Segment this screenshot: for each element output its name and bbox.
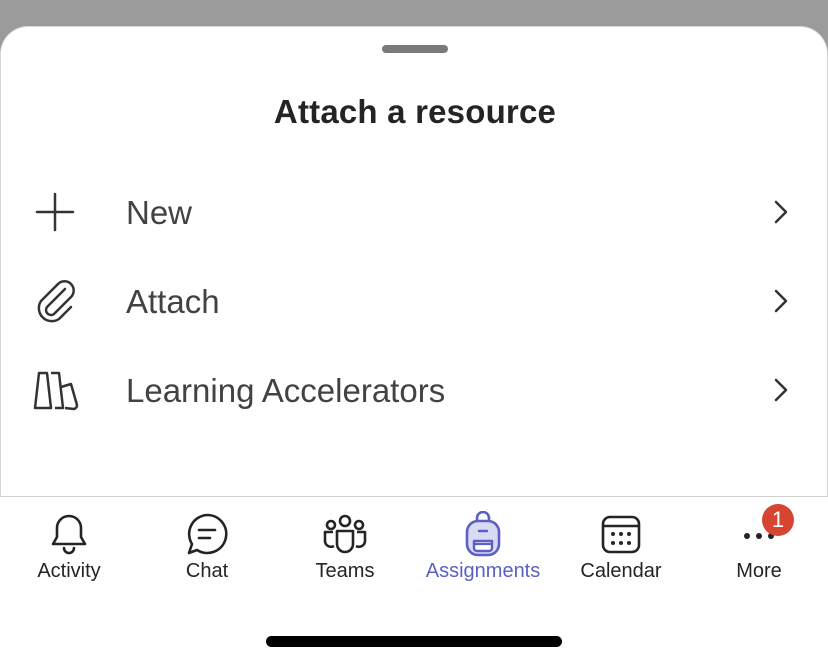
option-learning-accelerators-label: Learning Accelerators (126, 372, 446, 409)
option-attach[interactable]: Attach (1, 258, 828, 344)
option-new[interactable]: New (1, 169, 828, 255)
teams-icon (323, 514, 367, 554)
chevron-right-icon (774, 378, 788, 402)
tab-more[interactable]: More (690, 511, 828, 591)
attach-resource-sheet: Attach a resource New Attach Learning Ac… (0, 26, 828, 496)
chevron-right-icon (774, 200, 788, 224)
plus-icon (35, 192, 75, 232)
tab-calendar-label: Calendar (580, 560, 662, 582)
option-attach-label: Attach (126, 283, 220, 320)
tab-teams[interactable]: Teams (276, 511, 414, 591)
chat-icon (187, 513, 228, 555)
tab-assignments[interactable]: Assignments (414, 511, 552, 591)
tab-calendar[interactable]: Calendar (552, 511, 690, 591)
tab-activity[interactable]: Activity (0, 511, 138, 591)
chevron-right-icon (774, 289, 788, 313)
option-learning-accelerators[interactable]: Learning Accelerators (1, 347, 828, 433)
learning-accelerators-icon (33, 371, 79, 411)
tab-more-label: More (736, 560, 782, 582)
paperclip-icon (37, 280, 75, 323)
tab-activity-label: Activity (37, 560, 101, 582)
tab-teams-label: Teams (315, 560, 375, 582)
home-indicator[interactable] (266, 636, 562, 647)
sheet-grabber-handle[interactable] (382, 45, 448, 53)
tab-assignments-label: Assignments (425, 560, 541, 582)
backpack-icon (465, 511, 501, 557)
tab-chat[interactable]: Chat (138, 511, 276, 591)
bell-icon (51, 514, 87, 555)
sheet-title: Attach a resource (273, 93, 557, 130)
option-new-label: New (126, 194, 193, 231)
tab-chat-label: Chat (185, 560, 229, 582)
notification-badge: 1 (762, 504, 794, 536)
calendar-icon (601, 515, 641, 554)
